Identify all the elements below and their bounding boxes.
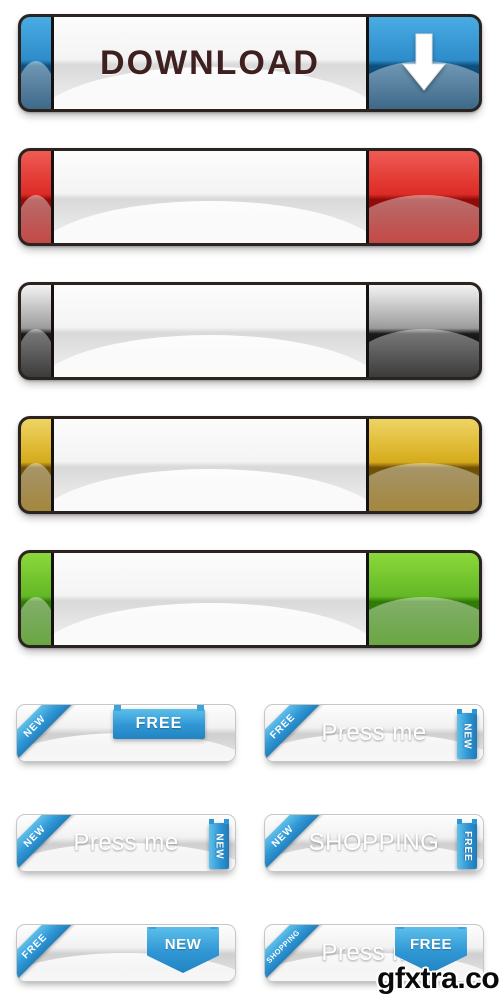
ribbon-button-rib-4[interactable]: NEW SHOPPING FREE	[264, 814, 484, 872]
bar-center-panel: DOWNLOAD	[51, 17, 369, 109]
bar-button-inner	[21, 419, 479, 511]
ribbon-button-rib-3[interactable]: NEW Press me NEW	[16, 814, 236, 872]
ribbon-tab-new[interactable]: NEW	[209, 819, 229, 869]
bar-cap-right[interactable]	[369, 17, 479, 109]
ribbon-button-rib-2[interactable]: FREE Press me NEW	[264, 704, 484, 762]
bar-button-label	[54, 285, 366, 377]
bar-button-gold-bar[interactable]	[18, 416, 482, 514]
bar-center-panel	[51, 419, 369, 511]
bar-button-inner	[21, 553, 479, 645]
bar-button-inner	[21, 151, 479, 243]
bar-cap-left	[21, 285, 51, 377]
bar-button-label	[54, 553, 366, 645]
bar-button-inner	[21, 285, 479, 377]
bar-button-green-bar[interactable]	[18, 550, 482, 648]
ribbon-button-rib-5[interactable]: FREE NEW	[16, 924, 236, 982]
bar-button-label	[54, 151, 366, 243]
ribbon-button-rib-1[interactable]: NEW FREE	[16, 704, 236, 762]
bar-cap-right[interactable]	[369, 419, 479, 511]
bar-button-red-bar[interactable]	[18, 148, 482, 246]
bar-cap-right[interactable]	[369, 285, 479, 377]
bar-center-panel	[51, 553, 369, 645]
bar-cap-left	[21, 151, 51, 243]
ribbon-tab-label: NEW	[213, 832, 225, 860]
ribbon-tab-free[interactable]: FREE	[457, 819, 477, 869]
ribbon-tab-new[interactable]: NEW	[457, 709, 477, 759]
ribbon-tab-label: FREE	[461, 830, 473, 862]
bar-cap-left	[21, 17, 51, 109]
bar-button-inner: DOWNLOAD	[21, 17, 479, 109]
site-watermark: gfxtra.com	[377, 962, 500, 995]
bar-cap-left	[21, 419, 51, 511]
bar-cap-left	[21, 553, 51, 645]
bar-cap-right[interactable]	[369, 553, 479, 645]
bar-button-label	[54, 419, 366, 511]
bar-center-panel	[51, 151, 369, 243]
ribbon-tab-label: NEW	[461, 722, 473, 750]
bar-button-black-bar[interactable]	[18, 282, 482, 380]
bar-button-download[interactable]: DOWNLOAD	[18, 14, 482, 112]
bar-button-label: DOWNLOAD	[100, 43, 320, 82]
bar-center-panel	[51, 285, 369, 377]
bar-cap-right[interactable]	[369, 151, 479, 243]
ribbon-banner-free[interactable]: FREE	[113, 705, 205, 739]
download-arrow-icon	[369, 17, 479, 109]
